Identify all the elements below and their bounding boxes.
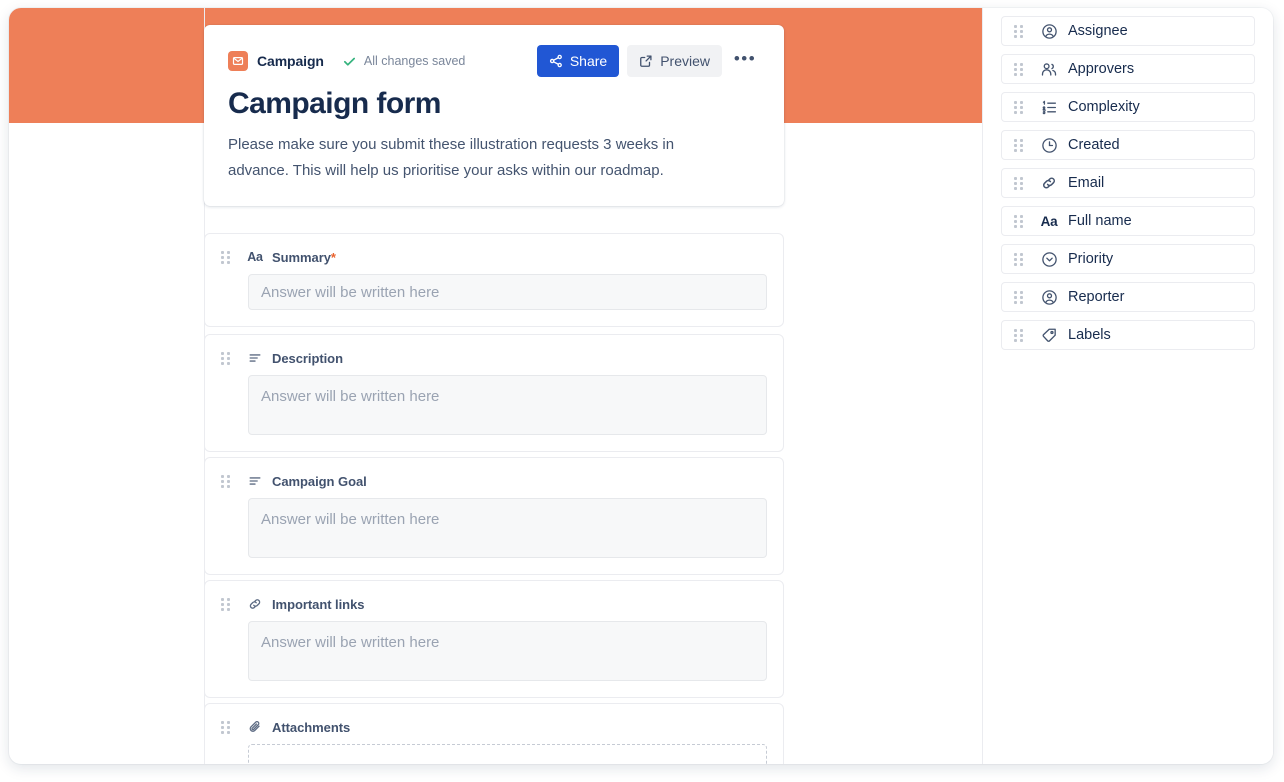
- project-name: Campaign: [257, 53, 324, 69]
- sidebar-item-email[interactable]: Email: [1001, 168, 1255, 198]
- important-links-input[interactable]: Answer will be written here: [248, 621, 767, 681]
- field-label: Attachments: [272, 719, 351, 735]
- form-header-toolbar: Campaign All changes saved Share Preview…: [228, 45, 760, 77]
- more-options-button[interactable]: •••: [730, 46, 760, 76]
- field-label: Summary*: [272, 249, 336, 265]
- save-status-text: All changes saved: [363, 54, 466, 68]
- field-card-campaign-goal[interactable]: Campaign Goal Answer will be written her…: [204, 457, 784, 575]
- header-actions: Share Preview •••: [536, 45, 760, 77]
- drag-handle-icon[interactable]: [221, 597, 231, 611]
- required-marker: *: [330, 249, 336, 265]
- page-title: Campaign form: [228, 87, 441, 120]
- field-card-summary[interactable]: Aa Summary* Answer will be written here: [204, 233, 784, 327]
- sidebar-item-approvers[interactable]: Approvers: [1001, 54, 1255, 84]
- drag-handle-icon[interactable]: [1014, 214, 1024, 228]
- share-nodes-icon: [549, 54, 563, 68]
- field-header: Important links: [221, 595, 767, 613]
- people-group-icon: [1040, 61, 1058, 78]
- sidebar-item-label: Priority: [1068, 251, 1114, 267]
- field-card-important-links[interactable]: Important links Answer will be written h…: [204, 580, 784, 698]
- app-window: Campaign All changes saved Share Preview…: [9, 8, 1273, 764]
- paragraph-lines-icon: [247, 474, 263, 488]
- field-label: Important links: [272, 596, 365, 612]
- form-description: Please make sure you submit these illust…: [228, 136, 675, 179]
- ordered-list-icon: [1040, 99, 1058, 116]
- envelope-icon: [228, 51, 248, 71]
- text-aa-glyph: Aa: [1040, 213, 1058, 229]
- sidebar-item-assignee[interactable]: Assignee: [1001, 16, 1255, 46]
- drag-handle-icon[interactable]: [1014, 252, 1024, 266]
- form-header-card: Campaign All changes saved Share Preview…: [204, 25, 784, 206]
- sidebar-item-label: Assignee: [1068, 23, 1128, 39]
- sidebar-item-label: Labels: [1068, 327, 1111, 343]
- sidebar-item-labels[interactable]: Labels: [1001, 320, 1255, 350]
- form-canvas: Campaign All changes saved Share Preview…: [9, 8, 982, 764]
- sidebar-item-label: Full name: [1068, 213, 1132, 229]
- drag-handle-icon[interactable]: [1014, 62, 1024, 76]
- preview-button[interactable]: Preview: [627, 45, 722, 77]
- check-icon: [342, 54, 357, 69]
- sidebar-item-label: Reporter: [1068, 289, 1125, 305]
- sidebar-item-reporter[interactable]: Reporter: [1001, 282, 1255, 312]
- tag-icon: [1040, 327, 1058, 344]
- summary-input[interactable]: Answer will be written here: [248, 274, 767, 310]
- share-button[interactable]: Share: [536, 45, 620, 77]
- share-button-label: Share: [569, 53, 608, 69]
- field-header: Aa Summary*: [221, 248, 767, 266]
- field-header: Campaign Goal: [221, 472, 767, 490]
- paragraph-lines-icon: [247, 351, 263, 365]
- sidebar-item-label: Created: [1068, 137, 1120, 153]
- campaign-goal-input[interactable]: Answer will be written here: [248, 498, 767, 558]
- field-label: Description: [272, 350, 343, 366]
- field-palette-sidebar: Assignee Approvers Complexity Created Em…: [982, 8, 1273, 764]
- text-aa-icon: Aa: [247, 250, 263, 264]
- sidebar-item-label: Approvers: [1068, 61, 1135, 77]
- drag-handle-icon[interactable]: [221, 474, 231, 488]
- drag-handle-icon[interactable]: [1014, 138, 1024, 152]
- drag-handle-icon[interactable]: [1014, 24, 1024, 38]
- description-input[interactable]: Answer will be written here: [248, 375, 767, 435]
- sidebar-item-full-name[interactable]: Aa Full name: [1001, 206, 1255, 236]
- clock-icon: [1040, 137, 1058, 154]
- paperclip-icon: [247, 720, 263, 734]
- sidebar-item-priority[interactable]: Priority: [1001, 244, 1255, 274]
- external-link-icon: [639, 54, 653, 68]
- field-header: Description: [221, 349, 767, 367]
- field-header: Attachments: [221, 718, 767, 736]
- drag-handle-icon[interactable]: [1014, 290, 1024, 304]
- drag-handle-icon[interactable]: [1014, 176, 1024, 190]
- drag-handle-icon[interactable]: [221, 250, 231, 264]
- field-card-description[interactable]: Description Answer will be written here: [204, 334, 784, 452]
- sidebar-item-complexity[interactable]: Complexity: [1001, 92, 1255, 122]
- drag-handle-icon[interactable]: [1014, 100, 1024, 114]
- drag-handle-icon[interactable]: [221, 720, 231, 734]
- sidebar-item-created[interactable]: Created: [1001, 130, 1255, 160]
- attachments-dropzone[interactable]: Attachments will be uploaded here: [248, 744, 767, 764]
- field-card-attachments[interactable]: Attachments Attachments will be uploaded…: [204, 703, 784, 764]
- person-circle-icon: [1040, 23, 1058, 40]
- sidebar-item-label: Complexity: [1068, 99, 1140, 115]
- link-icon: [1040, 175, 1058, 191]
- preview-button-label: Preview: [660, 53, 710, 69]
- text-aa-icon: Aa: [1040, 214, 1058, 229]
- link-icon: [247, 597, 263, 611]
- drag-handle-icon[interactable]: [1014, 328, 1024, 342]
- field-label: Campaign Goal: [272, 473, 367, 489]
- chevron-down-circle-icon: [1040, 251, 1058, 268]
- person-circle-icon: [1040, 289, 1058, 306]
- drag-handle-icon[interactable]: [221, 351, 231, 365]
- sidebar-item-label: Email: [1068, 175, 1105, 191]
- text-aa-glyph: Aa: [247, 250, 263, 264]
